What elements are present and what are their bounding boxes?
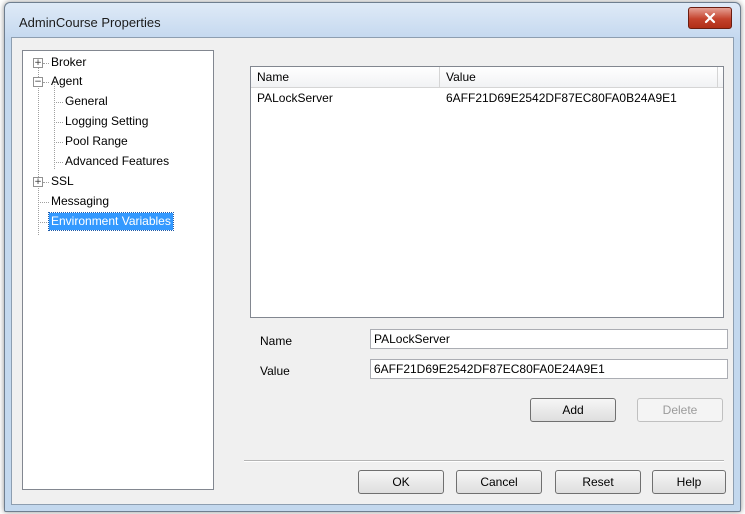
value-label: Value	[260, 364, 290, 378]
add-button[interactable]: Add	[530, 398, 616, 422]
tree-item-logging-setting[interactable]: Logging Setting	[65, 113, 148, 130]
title-bar[interactable]: AdminCourse Properties	[5, 3, 740, 39]
tree-item-general[interactable]: General	[65, 93, 108, 110]
tree-item-agent[interactable]: Agent	[51, 73, 82, 90]
column-divider[interactable]	[717, 67, 718, 87]
help-button[interactable]: Help	[652, 470, 726, 494]
tree-connector	[43, 82, 49, 83]
tree-connector	[43, 63, 49, 64]
column-header-value[interactable]: Value	[440, 67, 716, 87]
tree-item-advanced-features[interactable]: Advanced Features	[65, 153, 169, 170]
tree-connector	[38, 202, 49, 203]
value-input[interactable]: 6AFF21D69E2542DF87EC80FA0E24A9E1	[370, 359, 728, 379]
name-input[interactable]: PALockServer	[370, 329, 728, 349]
tree-item-broker[interactable]: Broker	[51, 54, 86, 71]
variables-list[interactable]: Name Value PALockServer 6AFF21D69E2542DF…	[250, 66, 724, 318]
tree-connector	[43, 182, 49, 183]
tree-item-environment-variables[interactable]: Environment Variables	[48, 212, 174, 231]
reset-button[interactable]: Reset	[555, 470, 641, 494]
dialog-body: + Broker − Agent General Logging Setting…	[11, 37, 734, 505]
name-label: Name	[260, 334, 293, 348]
properties-dialog: AdminCourse Properties + Broker − Agent	[4, 2, 741, 512]
tree-connector	[54, 102, 63, 103]
row-name-cell: PALockServer	[257, 91, 333, 105]
close-button[interactable]	[688, 7, 732, 29]
settings-tree[interactable]: + Broker − Agent General Logging Setting…	[22, 50, 214, 490]
tree-item-ssl[interactable]: SSL	[51, 173, 74, 190]
delete-button[interactable]: Delete	[637, 398, 723, 422]
tree-connector	[54, 122, 63, 123]
tree-connector	[54, 142, 63, 143]
ok-button[interactable]: OK	[358, 470, 444, 494]
expand-toggle-broker[interactable]: +	[33, 58, 43, 68]
tree-item-messaging[interactable]: Messaging	[51, 193, 109, 210]
tree-connector	[54, 81, 55, 169]
expand-toggle-ssl[interactable]: +	[33, 177, 43, 187]
close-icon	[704, 12, 716, 24]
collapse-toggle-agent[interactable]: −	[33, 77, 43, 87]
dialog-title: AdminCourse Properties	[19, 15, 161, 30]
column-header-name[interactable]: Name	[251, 67, 437, 87]
tree-item-pool-range[interactable]: Pool Range	[65, 133, 128, 150]
tree-connector	[54, 162, 63, 163]
cancel-button[interactable]: Cancel	[456, 470, 542, 494]
tree-connector	[38, 222, 49, 223]
list-header: Name Value	[251, 67, 723, 88]
tree-connector	[38, 63, 39, 235]
separator	[244, 460, 724, 462]
row-value-cell: 6AFF21D69E2542DF87EC80FA0B24A9E1	[446, 91, 677, 105]
